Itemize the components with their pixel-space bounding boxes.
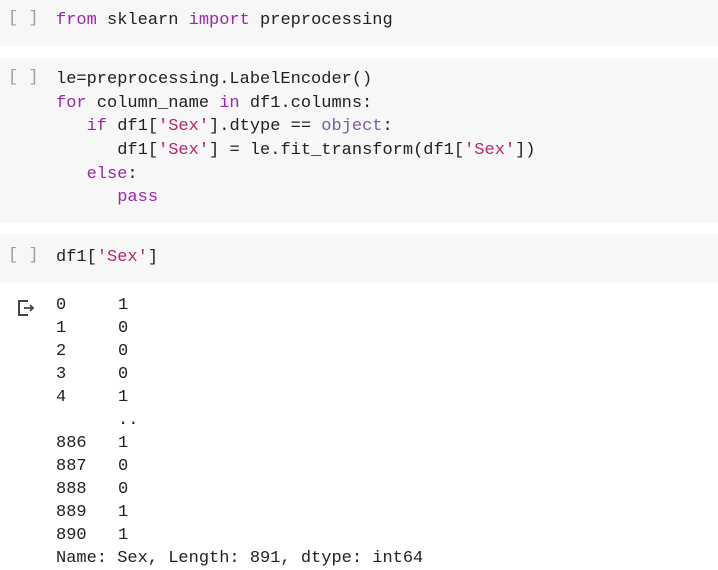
output-row: .. <box>56 409 423 432</box>
run-cell-button[interactable]: [ ] <box>8 68 39 87</box>
output-index: 4 <box>56 388 67 407</box>
output-redirect-icon[interactable] <box>16 298 36 318</box>
cell-output: 0 1 1 0 2 0 3 0 4 1.. 886 1 887 0 888 0 889 1 890 1 Name: Se… <box>0 283 718 570</box>
code-text: ] <box>147 248 159 267</box>
code-keyword: in <box>219 93 240 113</box>
output-index: 890 <box>56 526 87 545</box>
code-line: if df1['Sex'].dtype == object: <box>56 115 536 139</box>
output-index: 2 <box>56 342 67 361</box>
code-line: df1['Sex'] <box>56 246 158 270</box>
output-row: 30 <box>56 363 423 386</box>
code-cell-3[interactable]: [ ] df1['Sex'] <box>0 234 718 283</box>
code-keyword: for <box>56 93 87 113</box>
output-row: 888 0 <box>56 478 423 501</box>
output-value: 1 <box>118 388 129 407</box>
output-index: 0 <box>56 296 67 315</box>
output-index: 889 <box>56 503 87 522</box>
code-string: 'Sex' <box>96 248 148 267</box>
code-text: : <box>127 164 138 184</box>
output-value: 1 <box>118 503 129 522</box>
code-cell-2[interactable]: [ ] le=preprocessing.LabelEncoder() for c… <box>0 58 718 223</box>
code-line: le=preprocessing.LabelEncoder() <box>56 68 536 92</box>
code-line: df1['Sex'] = le.fit_transform(df1['Sex']… <box>56 139 536 163</box>
output-row: 01 <box>56 294 423 317</box>
code-string: 'Sex' <box>158 117 210 137</box>
output-row: 41 <box>56 386 423 409</box>
code-string: 'Sex' <box>464 141 516 161</box>
output-footer: Name: Sex, Length: 891, dtype: int64 <box>56 549 424 568</box>
output-row: 886 1 <box>56 432 423 455</box>
output-series: 0 1 1 0 2 0 3 0 4 1.. 886 1 887 0 888 0 889 1 890 1 Name: Se… <box>56 294 423 570</box>
output-row: 889 1 <box>56 501 423 524</box>
code-text: ]) <box>515 141 536 161</box>
output-index: 888 <box>56 480 87 499</box>
code-keyword: pass <box>117 188 159 208</box>
code-text: sklearn <box>96 11 189 30</box>
code-text: df1.columns: <box>239 93 373 113</box>
code-text: : <box>382 117 393 137</box>
code-keyword: from <box>56 11 97 30</box>
output-value: .. <box>118 411 139 430</box>
output-row: 20 <box>56 340 423 363</box>
output-value: 0 <box>118 365 129 384</box>
output-value: 0 <box>118 319 129 338</box>
output-index: 887 <box>56 457 87 476</box>
output-row: 887 0 <box>56 455 423 478</box>
output-index: 886 <box>56 434 87 453</box>
code-text: le=preprocessing.LabelEncoder() <box>56 70 373 89</box>
code-editor[interactable]: le=preprocessing.LabelEncoder() for colum… <box>56 68 536 210</box>
code-text: column_name <box>86 93 220 113</box>
code-text: df1[ <box>107 117 159 137</box>
code-keyword: else <box>86 164 128 184</box>
code-builtin: object <box>321 117 383 137</box>
code-line: else: <box>56 163 536 187</box>
code-editor[interactable]: df1['Sex'] <box>56 246 158 270</box>
output-value: 0 <box>118 342 129 361</box>
code-line: from sklearn import preprocessing <box>56 9 393 33</box>
code-line: pass <box>56 186 536 210</box>
output-index: 3 <box>56 365 67 384</box>
run-cell-button[interactable]: [ ] <box>8 9 39 28</box>
code-keyword: import <box>188 11 250 30</box>
code-editor[interactable]: from sklearn import preprocessing <box>56 9 393 33</box>
code-text: df1[ <box>56 141 159 161</box>
run-cell-button[interactable]: [ ] <box>8 246 39 265</box>
code-string: 'Sex' <box>158 141 210 161</box>
output-value: 0 <box>118 457 129 476</box>
code-text: ] = le.fit_transform(df1[ <box>209 141 465 161</box>
code-text: ].dtype == <box>209 117 322 137</box>
code-line: for column_name in df1.columns: <box>56 92 536 116</box>
output-value: 0 <box>118 480 129 499</box>
code-cell-1[interactable]: [ ] from sklearn import preprocessing <box>0 0 718 46</box>
output-row: 10 <box>56 317 423 340</box>
output-row: 890 1 <box>56 524 423 547</box>
output-value: 1 <box>118 434 129 453</box>
code-text: df1[ <box>56 248 97 267</box>
code-keyword: if <box>86 117 108 137</box>
output-index: 1 <box>56 319 67 338</box>
output-value: 1 <box>118 296 129 315</box>
output-value: 1 <box>118 526 129 545</box>
code-text: preprocessing <box>249 11 393 30</box>
